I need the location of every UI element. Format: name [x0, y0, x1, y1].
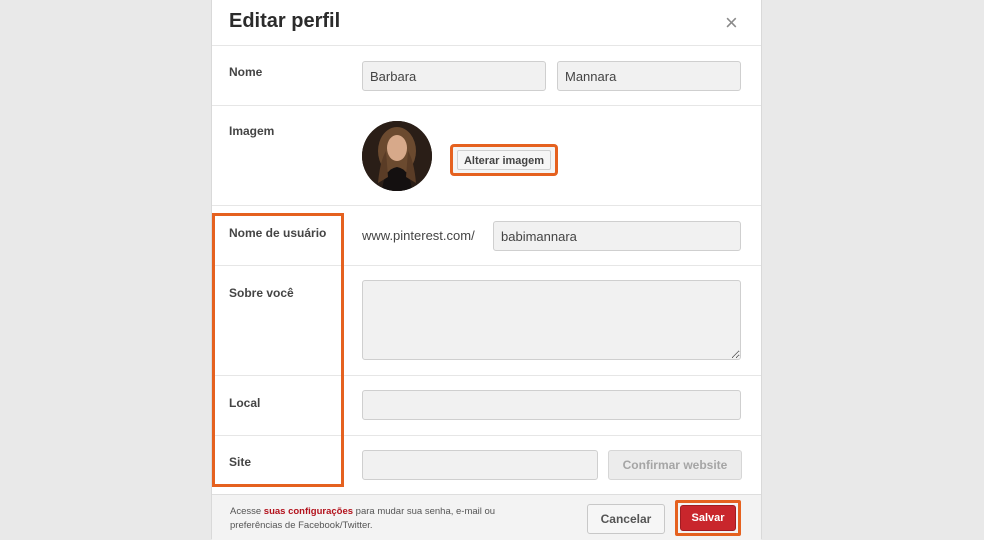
username-row: Nome de usuário www.pinterest.com/	[212, 206, 761, 266]
confirm-website-button[interactable]: Confirmar website	[608, 450, 742, 480]
avatar	[362, 121, 432, 191]
about-label: Sobre você	[229, 286, 294, 300]
settings-link[interactable]: suas configurações	[264, 506, 353, 517]
location-input[interactable]	[362, 390, 741, 420]
username-input[interactable]	[493, 221, 741, 251]
location-label: Local	[229, 396, 261, 410]
change-image-button[interactable]: Alterar imagem	[451, 145, 557, 175]
dialog-header: Editar perfil ×	[212, 0, 761, 46]
dialog-title: Editar perfil	[229, 10, 341, 32]
name-row: Nome	[212, 46, 761, 106]
site-label: Site	[229, 455, 252, 469]
footer-note: Acesse suas configurações para mudar sua…	[230, 505, 500, 533]
avatar-photo	[362, 121, 432, 191]
image-label: Imagem	[229, 124, 275, 138]
change-image-label: Alterar imagem	[457, 150, 551, 170]
username-url-prefix: www.pinterest.com/	[362, 228, 475, 243]
close-icon[interactable]: ×	[725, 12, 738, 34]
site-row: Site Confirmar website	[212, 436, 761, 493]
site-input[interactable]	[362, 450, 598, 480]
username-label: Nome de usuário	[229, 226, 327, 240]
save-button[interactable]: Salvar	[680, 505, 736, 531]
last-name-input[interactable]	[557, 61, 741, 91]
save-button-highlight: Salvar	[675, 500, 741, 536]
first-name-input[interactable]	[362, 61, 546, 91]
footer-text-before: Acesse	[230, 506, 264, 517]
cancel-button[interactable]: Cancelar	[587, 504, 665, 534]
about-row: Sobre você	[212, 266, 761, 376]
location-row: Local	[212, 376, 761, 436]
about-textarea[interactable]	[362, 280, 741, 360]
name-label: Nome	[229, 65, 263, 79]
dialog-footer: Acesse suas configurações para mudar sua…	[212, 494, 761, 540]
edit-profile-dialog: Editar perfil × Nome Imagem Alterar imag…	[211, 0, 762, 540]
image-row: Imagem Alterar imagem	[212, 106, 761, 206]
